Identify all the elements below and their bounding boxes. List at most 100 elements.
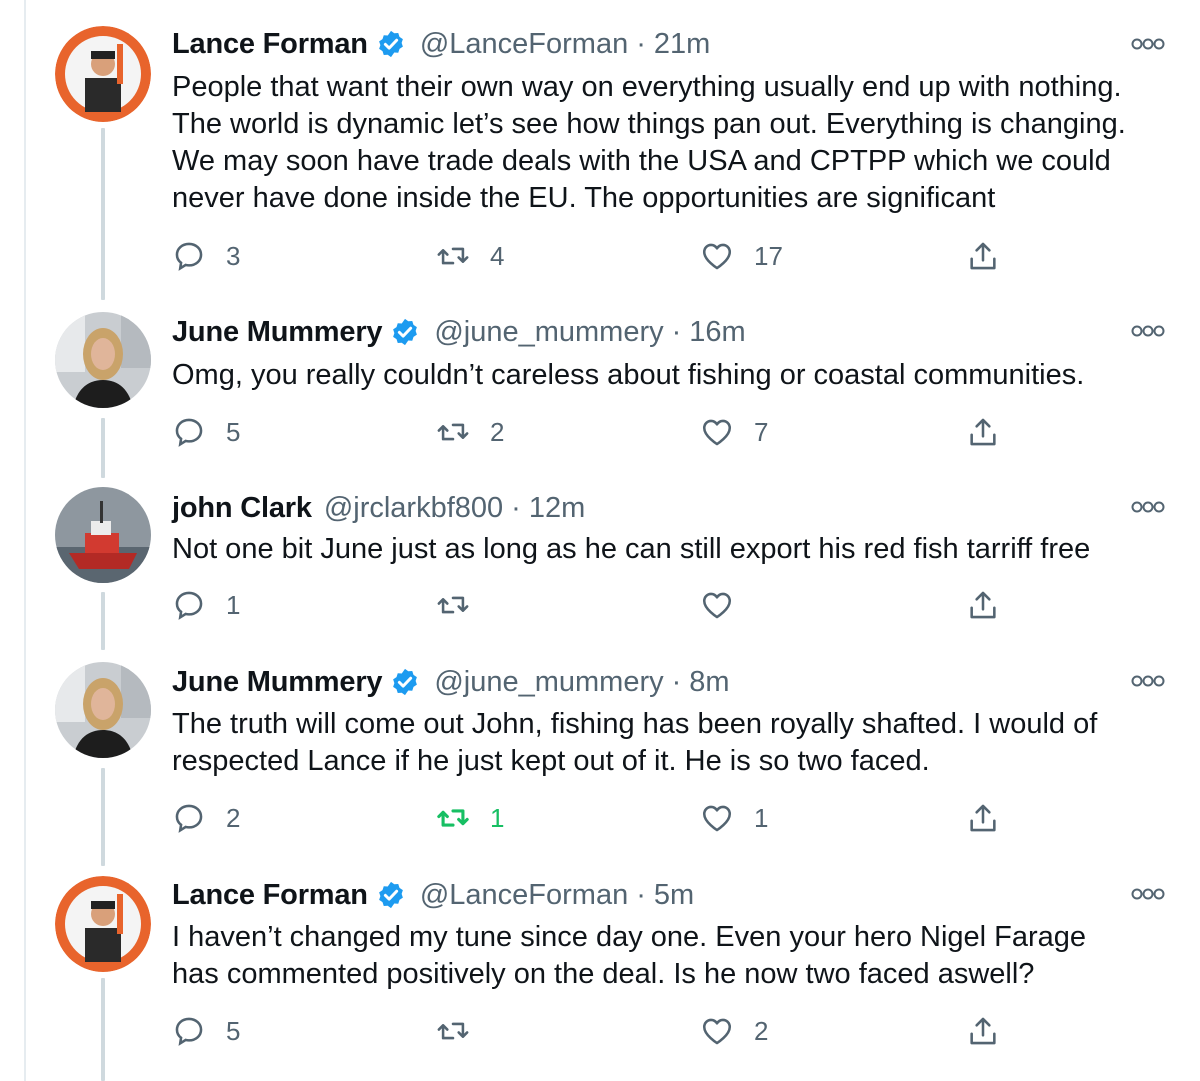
share-icon [966, 588, 1000, 622]
reply-count: 1 [226, 589, 241, 620]
share-button[interactable] [966, 412, 1000, 452]
reply-button[interactable]: 3 [172, 236, 240, 276]
share-icon [966, 801, 1000, 835]
avatar[interactable] [55, 487, 151, 583]
reply-button[interactable]: 5 [172, 1011, 240, 1051]
retweet-icon [436, 588, 470, 622]
retweet-icon [436, 239, 470, 273]
separator: · [511, 491, 521, 524]
retweet-button[interactable]: 4 [436, 236, 504, 276]
tweet[interactable]: June Mummery @june_mummery · 16m Omg, yo… [0, 300, 1200, 475]
user-handle[interactable]: @june_mummery [434, 666, 663, 699]
like-button[interactable]: 2 [700, 1011, 768, 1051]
reply-icon [172, 588, 206, 622]
display-name[interactable]: Lance Forman [172, 28, 368, 61]
verified-badge-icon [390, 667, 420, 697]
timestamp[interactable]: 8m [689, 666, 729, 699]
share-icon [966, 415, 1000, 449]
like-count: 17 [754, 240, 783, 271]
verified-badge-icon [376, 29, 406, 59]
reply-button[interactable]: 1 [172, 585, 240, 625]
reply-icon [172, 1014, 206, 1048]
tweet-text: Omg, you really couldn’t careless about … [172, 359, 1085, 391]
timestamp[interactable]: 21m [654, 28, 710, 61]
like-button[interactable]: 17 [700, 236, 783, 276]
like-heart-icon [700, 239, 734, 273]
like-count: 7 [754, 416, 769, 447]
retweet-icon [436, 415, 470, 449]
tweet-actions: 5 2 7 [0, 412, 1200, 452]
like-heart-icon [700, 1014, 734, 1048]
share-icon [966, 1014, 1000, 1048]
like-button[interactable]: 7 [700, 412, 768, 452]
tweet-text: People that want their own way on everyt… [172, 71, 1126, 214]
tweet-header: john Clark @jrclarkbf800 · 12m [172, 488, 585, 528]
tweet[interactable]: Lance Forman @LanceForman · 5m I haven’t… [0, 866, 1200, 1081]
more-options-icon[interactable] [1130, 884, 1166, 904]
timestamp[interactable]: 16m [689, 316, 745, 349]
avatar[interactable] [55, 662, 151, 758]
more-options-icon[interactable] [1130, 321, 1166, 341]
display-name[interactable]: Lance Forman [172, 879, 368, 912]
tweet-actions: 2 1 1 [0, 798, 1200, 838]
display-name[interactable]: john Clark [172, 492, 312, 525]
share-button[interactable] [966, 1011, 1000, 1051]
more-options-icon[interactable] [1130, 34, 1166, 54]
like-heart-icon [700, 801, 734, 835]
user-handle[interactable]: @jrclarkbf800 [324, 492, 503, 525]
tweet-actions: 3 4 17 [0, 236, 1200, 276]
reply-button[interactable]: 5 [172, 412, 240, 452]
reply-count: 5 [226, 1015, 241, 1046]
like-button[interactable]: 1 [700, 798, 768, 838]
retweet-button[interactable]: 2 [436, 412, 504, 452]
more-options-icon[interactable] [1130, 671, 1166, 691]
tweet-header: June Mummery @june_mummery · 16m [172, 312, 746, 352]
verified-badge-icon [390, 317, 420, 347]
tweet-actions: 1 [0, 585, 1200, 625]
separator: · [636, 878, 646, 911]
retweet-icon [436, 801, 470, 835]
tweet[interactable]: john Clark @jrclarkbf800 · 12m Not one b… [0, 475, 1200, 650]
like-count: 1 [754, 802, 769, 833]
share-button[interactable] [966, 798, 1000, 838]
reply-count: 3 [226, 240, 241, 271]
share-button[interactable] [966, 236, 1000, 276]
display-name[interactable]: June Mummery [172, 666, 383, 699]
tweet-text: I haven’t changed my tune since day one.… [172, 921, 1087, 990]
tweet-text: Not one bit June just as long as he can … [172, 533, 1091, 565]
reply-count: 5 [226, 416, 241, 447]
tweet[interactable]: Lance Forman @LanceForman · 21m People t… [0, 0, 1200, 300]
like-heart-icon [700, 415, 734, 449]
retweet-button[interactable] [436, 585, 470, 625]
timestamp[interactable]: 12m [529, 492, 585, 525]
tweet-text: The truth will come out John, fishing ha… [172, 708, 1098, 777]
reply-icon [172, 801, 206, 835]
verified-badge-icon [376, 880, 406, 910]
like-button[interactable] [700, 585, 734, 625]
retweet-count: 2 [490, 416, 505, 447]
tweet-header: Lance Forman @LanceForman · 21m [172, 24, 710, 64]
display-name[interactable]: June Mummery [172, 316, 383, 349]
avatar[interactable] [55, 26, 151, 122]
user-handle[interactable]: @LanceForman [420, 28, 628, 61]
retweet-count: 1 [490, 802, 505, 833]
tweet[interactable]: June Mummery @june_mummery · 8m The trut… [0, 650, 1200, 866]
user-handle[interactable]: @june_mummery [434, 316, 663, 349]
timestamp[interactable]: 5m [654, 879, 694, 912]
like-count: 2 [754, 1015, 769, 1046]
tweet-header: June Mummery @june_mummery · 8m [172, 662, 730, 702]
retweet-button[interactable]: 1 [436, 798, 504, 838]
reply-button[interactable]: 2 [172, 798, 240, 838]
like-heart-icon [700, 588, 734, 622]
share-button[interactable] [966, 585, 1000, 625]
user-handle[interactable]: @LanceForman [420, 879, 628, 912]
reply-count: 2 [226, 802, 241, 833]
avatar[interactable] [55, 876, 151, 972]
separator: · [671, 315, 682, 348]
separator: · [671, 665, 682, 698]
reply-icon [172, 415, 206, 449]
avatar[interactable] [55, 312, 151, 408]
tweet-header: Lance Forman @LanceForman · 5m [172, 875, 694, 915]
more-options-icon[interactable] [1130, 497, 1166, 517]
retweet-button[interactable] [436, 1011, 470, 1051]
